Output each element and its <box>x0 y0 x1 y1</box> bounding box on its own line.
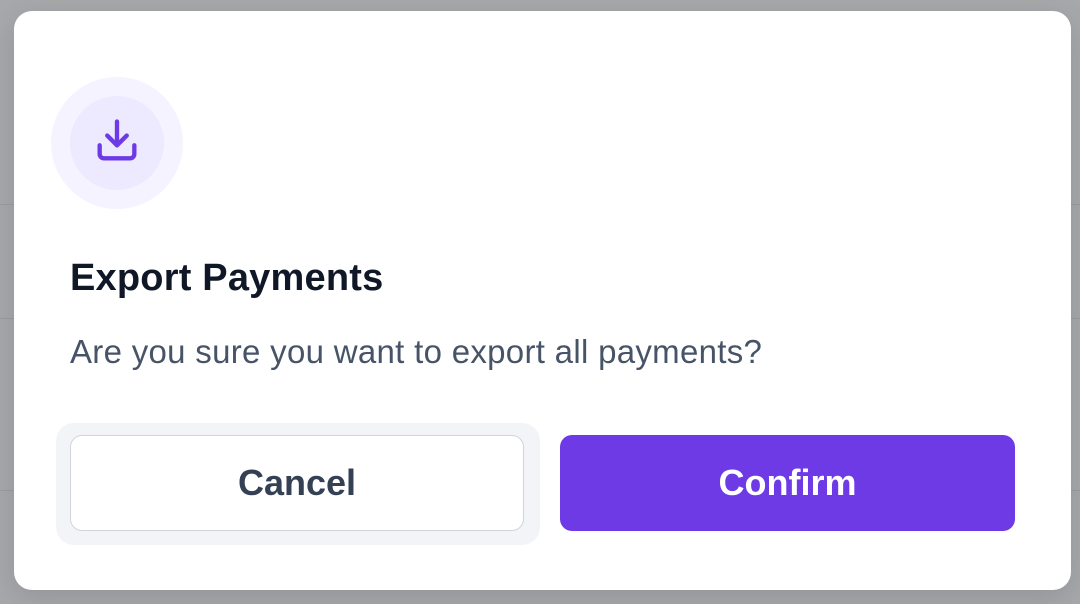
confirm-button[interactable]: Confirm <box>560 435 1015 531</box>
download-icon <box>91 115 143 172</box>
dialog-title: Export Payments <box>70 257 384 299</box>
dialog-message: Are you sure you want to export all paym… <box>70 333 763 370</box>
cancel-button[interactable]: Cancel <box>70 435 524 531</box>
export-payments-dialog: Export Payments Are you sure you want to… <box>14 11 1071 590</box>
dialog-icon-ring <box>51 77 183 209</box>
dialog-icon-circle <box>70 96 164 190</box>
